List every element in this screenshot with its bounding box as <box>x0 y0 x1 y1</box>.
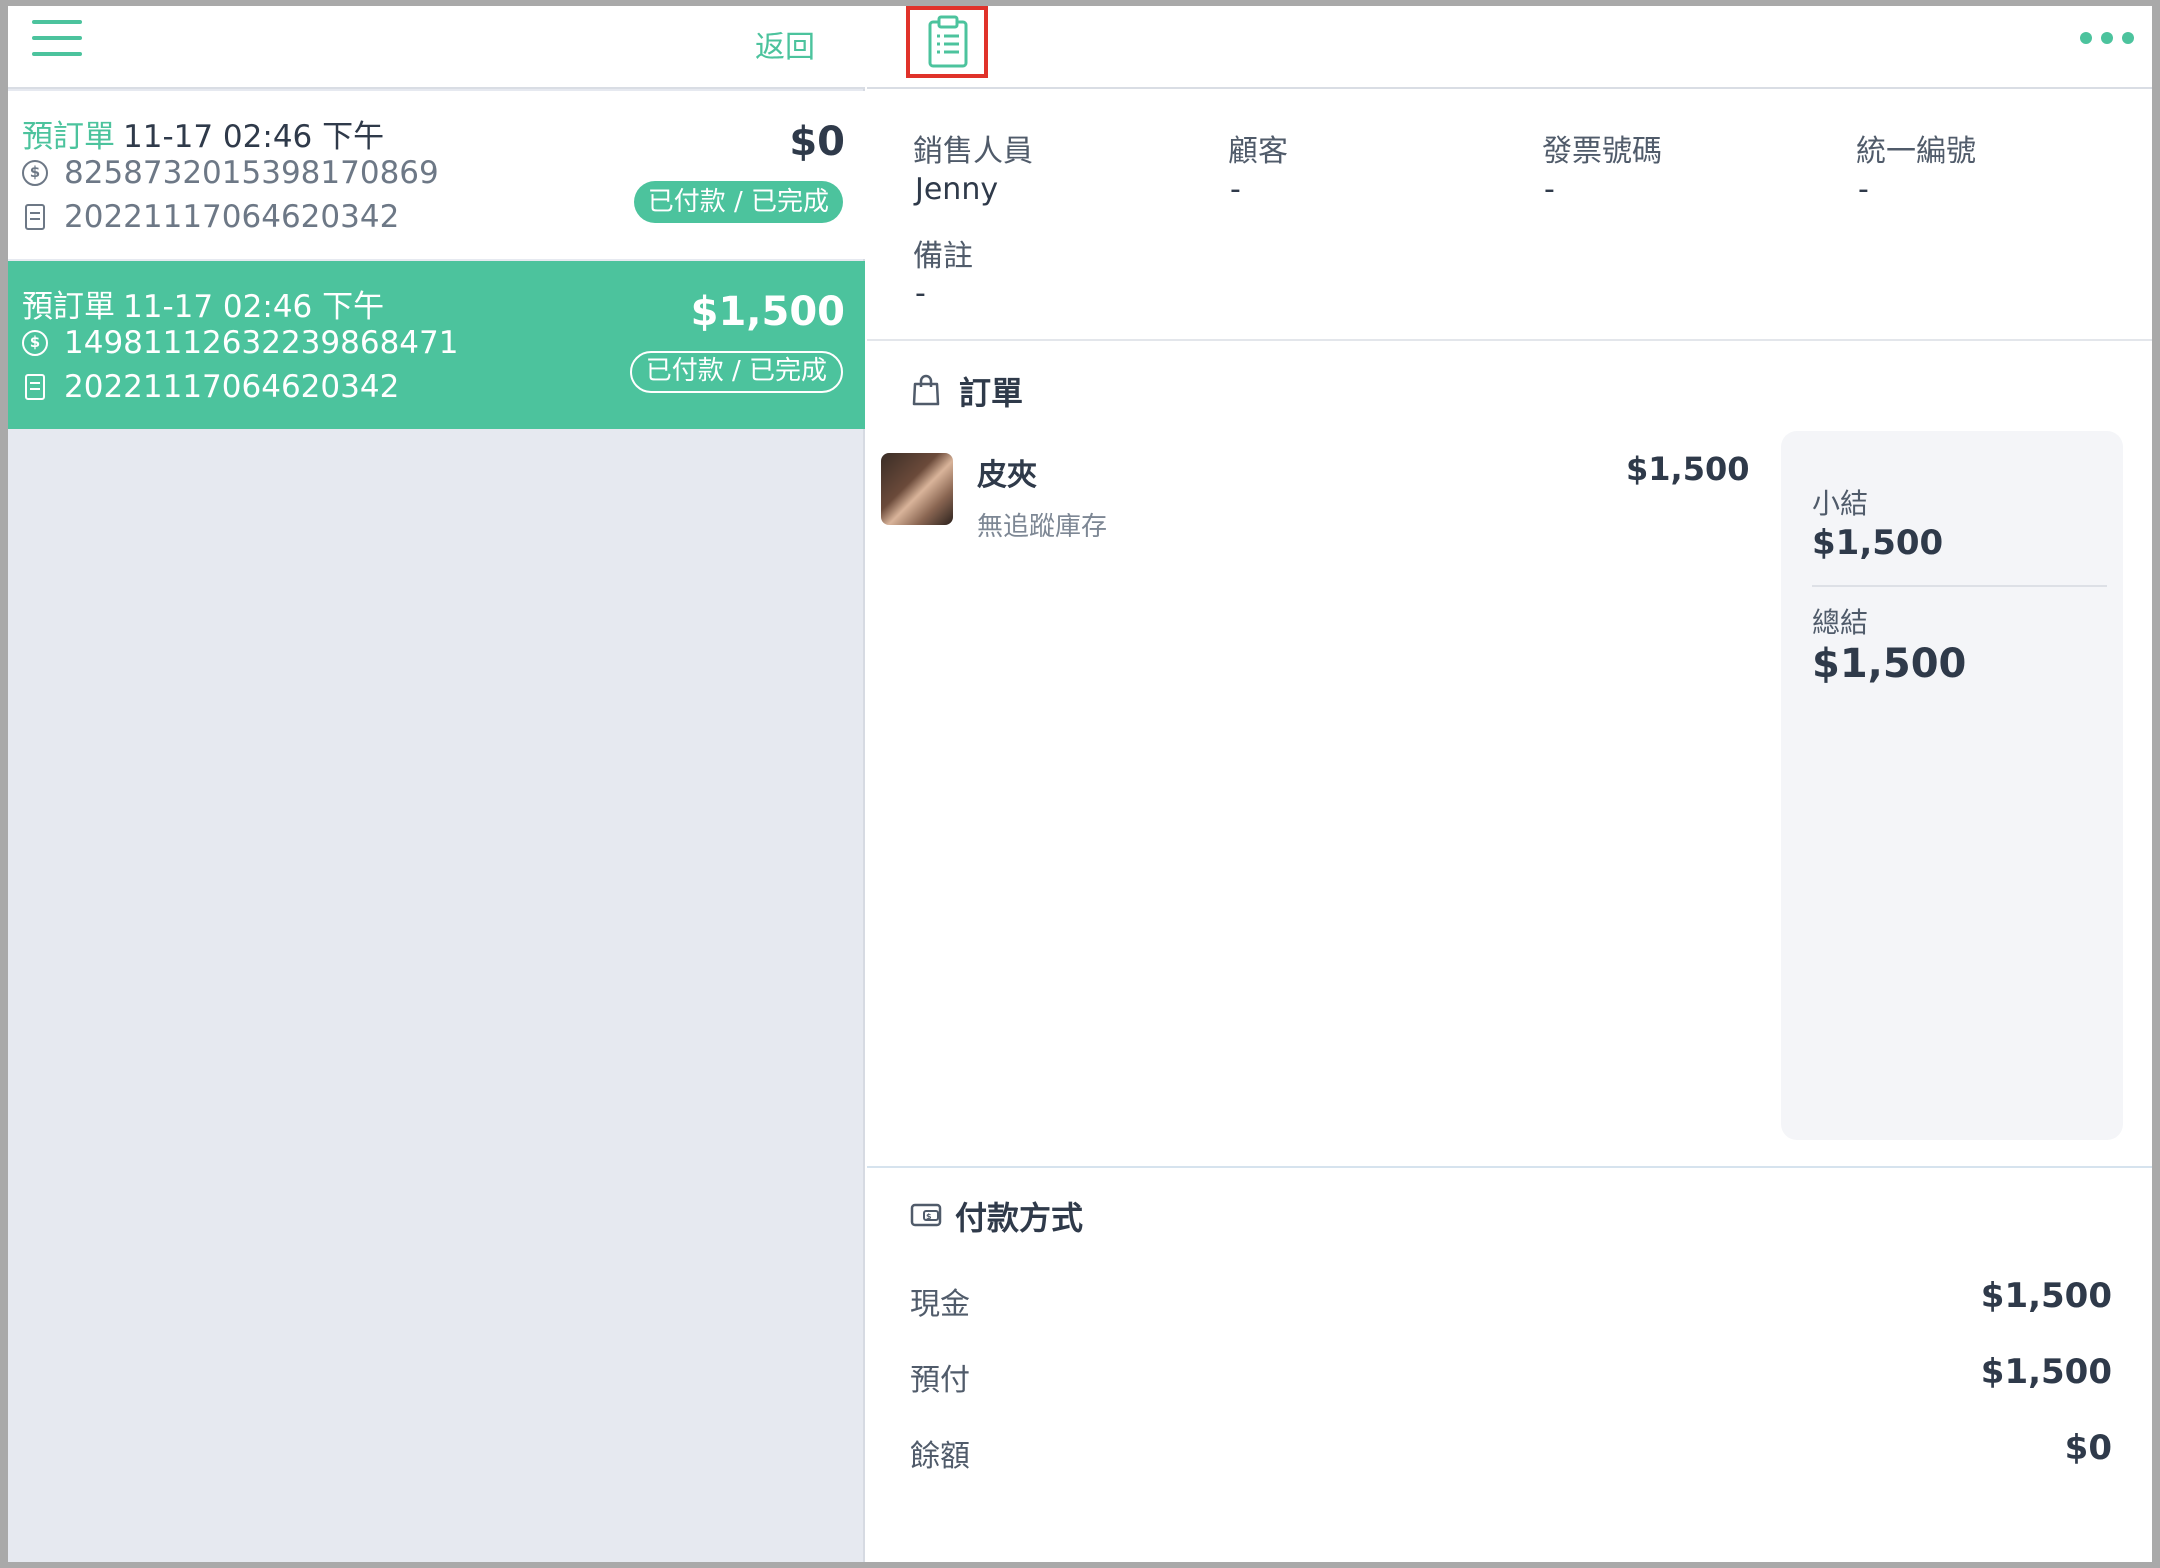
status-badge: 已付款 / 已完成 <box>629 351 843 393</box>
receipt-icon <box>25 204 45 230</box>
hamburger-menu-icon[interactable] <box>32 20 82 56</box>
order-summary-card: 小結 $1,500 總結 $1,500 <box>1781 431 2123 1140</box>
payment-id-row: $ 8258732015398170869 <box>22 155 439 191</box>
divider <box>867 1166 2152 1168</box>
subtotal-value: $1,500 <box>1812 523 1944 563</box>
payment-section-title: 付款方式 <box>955 1199 1084 1237</box>
detail-header <box>867 6 2152 89</box>
payment-prepaid-label: 預付 <box>910 1363 970 1398</box>
payment-balance-value: $0 <box>2064 1428 2112 1468</box>
receipt-row: 20221117064620342 <box>22 199 399 235</box>
svg-text:$: $ <box>926 1212 932 1221</box>
payment-balance-label: 餘額 <box>910 1439 970 1474</box>
clipboard-icon <box>928 15 968 68</box>
order-list-pane: 返回 預訂單 11-17 02:46 下午 $ 8258732015398170… <box>8 6 865 1562</box>
product-price: $1,500 <box>1626 450 1750 488</box>
dollar-coin-icon: $ <box>22 160 48 186</box>
total-value: $1,500 <box>1812 641 1967 687</box>
salesperson-value: Jenny <box>915 172 999 207</box>
order-amount: $1,500 <box>690 289 845 335</box>
customer-label: 顧客 <box>1228 134 1288 169</box>
summary-divider <box>1812 585 2107 587</box>
invoice-value: - <box>1544 172 1555 207</box>
left-header: 返回 <box>8 6 865 89</box>
payment-id: 14981112632239868471 <box>64 325 459 361</box>
order-type: 預訂單 <box>22 119 115 155</box>
subtotal-label: 小結 <box>1812 487 1869 520</box>
note-label: 備註 <box>913 239 973 274</box>
product-name: 皮夾 <box>977 458 1037 493</box>
dollar-coin-icon: $ <box>22 330 48 356</box>
order-datetime: 11-17 02:46 下午 <box>123 289 385 325</box>
product-stock-note: 無追蹤庫存 <box>977 512 1108 542</box>
tax-id-label: 統一編號 <box>1856 134 1976 169</box>
total-label: 總結 <box>1812 606 1869 639</box>
tax-id-value: - <box>1858 172 1869 207</box>
order-list-item[interactable]: 預訂單 11-17 02:46 下午 $ 8258732015398170869… <box>8 91 865 259</box>
more-dots-icon[interactable] <box>2080 32 2134 44</box>
payment-cash-value: $1,500 <box>1980 1276 2112 1316</box>
wallet-icon: $ <box>910 1203 942 1227</box>
payment-cash-label: 現金 <box>910 1287 970 1322</box>
note-value: - <box>915 276 926 311</box>
payment-id: 8258732015398170869 <box>64 155 439 191</box>
clipboard-button[interactable] <box>906 6 988 78</box>
customer-value: - <box>1230 172 1241 207</box>
divider <box>867 339 2152 341</box>
order-type: 預訂單 <box>22 289 115 325</box>
order-detail-pane: 銷售人員 Jenny 顧客 - 發票號碼 - 統一編號 - 備註 - 訂單 皮夾… <box>867 6 2152 1562</box>
receipt-row: 20221117064620342 <box>22 369 399 405</box>
order-amount: $0 <box>789 119 845 165</box>
order-list-item-selected[interactable]: 預訂單 11-17 02:46 下午 $ 1498111263223986847… <box>8 261 865 429</box>
back-button[interactable]: 返回 <box>755 22 815 66</box>
invoice-label: 發票號碼 <box>1542 134 1662 169</box>
order-datetime: 11-17 02:46 下午 <box>123 119 385 155</box>
salesperson-label: 銷售人員 <box>913 134 1033 169</box>
order-section-title: 訂單 <box>959 374 1024 412</box>
receipt-icon <box>25 374 45 400</box>
status-badge: 已付款 / 已完成 <box>633 181 843 223</box>
product-thumbnail <box>881 453 953 525</box>
payment-id-row: $ 14981112632239868471 <box>22 325 458 361</box>
shopping-bag-icon <box>912 374 940 406</box>
payment-prepaid-value: $1,500 <box>1980 1352 2112 1392</box>
receipt-number: 20221117064620342 <box>64 369 400 405</box>
app-window: 返回 預訂單 11-17 02:46 下午 $ 8258732015398170… <box>8 6 2152 1562</box>
receipt-number: 20221117064620342 <box>64 199 400 235</box>
